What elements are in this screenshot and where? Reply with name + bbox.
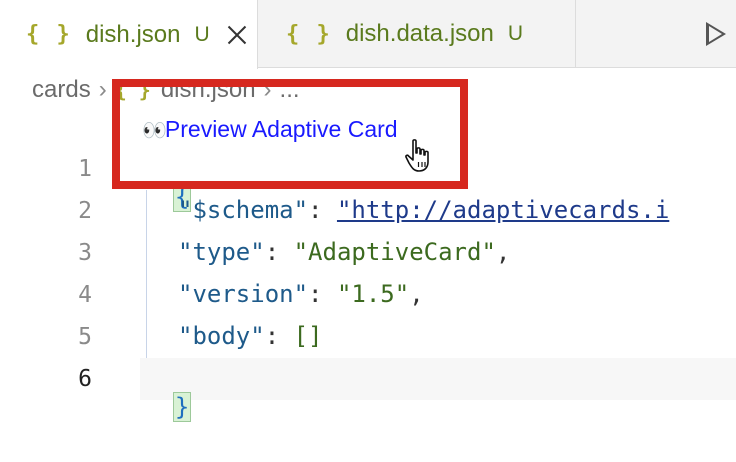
tab-filename: dish.json xyxy=(85,20,181,48)
line-number: 4 xyxy=(78,282,92,308)
line-number: 3 xyxy=(78,240,92,266)
close-brace: } xyxy=(172,392,192,422)
line-number: 2 xyxy=(78,198,92,224)
json-string-value: "AdaptiveCard" xyxy=(293,238,496,266)
close-icon[interactable] xyxy=(226,24,248,46)
tab-dish-json[interactable]: { } dish.json U xyxy=(0,0,258,69)
code-line-6[interactable]: } xyxy=(144,364,192,422)
code-line-4[interactable]: "version": "1.5", xyxy=(178,280,424,308)
comma: , xyxy=(409,280,424,308)
untracked-badge: U xyxy=(194,22,210,46)
untracked-badge: U xyxy=(507,22,524,45)
code-line-5[interactable]: "body": [] xyxy=(178,322,323,350)
breadcrumb-folder[interactable]: cards xyxy=(32,76,91,104)
code-line-3[interactable]: "type": "AdaptiveCard", xyxy=(178,238,510,266)
colon: : xyxy=(308,280,337,308)
run-icon[interactable] xyxy=(706,22,726,46)
line-number: 1 xyxy=(78,156,92,182)
colon: : xyxy=(264,238,294,266)
line-number: 6 xyxy=(78,366,92,392)
json-key: "version" xyxy=(178,280,309,308)
json-braces-icon: { } xyxy=(286,21,332,47)
tab-dish-data-json[interactable]: { } dish.data.json U xyxy=(258,0,576,68)
indent-guide xyxy=(146,190,147,358)
json-braces-icon: { } xyxy=(26,22,72,47)
hand-pointer-cursor-icon xyxy=(405,139,429,172)
json-key: "body" xyxy=(178,322,265,350)
code-line-2[interactable]: "$schema": "http://adaptivecards.i xyxy=(178,196,669,224)
json-array-value: [] xyxy=(293,322,323,350)
colon: : xyxy=(264,322,294,350)
line-number: 5 xyxy=(78,324,92,350)
editor-tab-bar: { } dish.json U { } dish.data.json U xyxy=(0,0,736,69)
json-string-value: "1.5" xyxy=(336,280,410,308)
colon: : xyxy=(308,196,337,224)
current-line-highlight xyxy=(140,358,736,400)
comma: , xyxy=(495,238,511,266)
json-key: "type" xyxy=(178,238,265,266)
json-url-value[interactable]: "http://adaptivecards.i xyxy=(337,196,669,224)
json-key: "$schema" xyxy=(178,196,309,224)
chevron-right-icon: › xyxy=(98,76,107,103)
tab-filename: dish.data.json xyxy=(345,20,494,47)
